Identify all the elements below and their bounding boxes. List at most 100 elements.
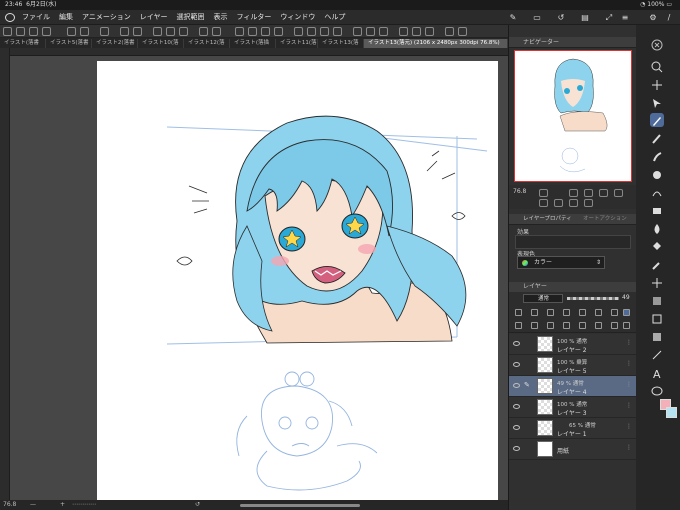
nav-rotate-right-icon[interactable]	[554, 199, 563, 207]
reset-view-icon[interactable]	[199, 27, 208, 36]
nav-actual-size-icon[interactable]	[599, 189, 608, 197]
menu-edit[interactable]: 編集	[59, 10, 73, 25]
undo-icon[interactable]	[67, 27, 76, 36]
blend-mode-select[interactable]: 通常	[523, 294, 563, 303]
lock-transparent-icon[interactable]	[579, 309, 586, 316]
lock-icon[interactable]	[563, 309, 570, 316]
zoom-in-icon[interactable]	[120, 27, 129, 36]
zoom-slider[interactable]: ⋯⋯⋯⋯	[72, 500, 96, 510]
snap-icon[interactable]	[320, 27, 329, 36]
new-raster-layer-icon[interactable]	[515, 322, 522, 329]
animation-icon[interactable]	[412, 27, 421, 36]
decoration-tool-icon[interactable]	[650, 185, 664, 199]
gradient-tool-icon[interactable]	[650, 293, 664, 307]
timelapse-icon[interactable]	[399, 27, 408, 36]
quick-access-icon[interactable]: ≡	[620, 13, 630, 22]
opacity-slider[interactable]	[567, 297, 619, 300]
eye-icon[interactable]	[513, 341, 520, 346]
new-vector-layer-icon[interactable]	[531, 322, 538, 329]
pen-pressure-icon[interactable]: ✎	[508, 13, 518, 22]
layer-row[interactable]: 65 % 通常 レイヤー 1 ⋮	[509, 418, 637, 439]
eye-icon[interactable]	[513, 446, 520, 451]
layer-menu-icon[interactable]	[623, 322, 630, 329]
doc-tab[interactable]: イラスト13(落	[318, 39, 364, 48]
zoom-in-small-icon[interactable]: +	[60, 500, 65, 510]
rotate-icon[interactable]	[166, 27, 175, 36]
horizontal-scrollbar[interactable]	[240, 504, 360, 507]
effect-buttons[interactable]	[515, 235, 631, 249]
canvas-workspace[interactable]	[10, 56, 508, 500]
reference-icon[interactable]	[531, 309, 538, 316]
blend-tool-icon[interactable]	[650, 221, 664, 235]
deselect-icon[interactable]	[248, 27, 257, 36]
draft-icon[interactable]	[547, 309, 554, 316]
settings-icon[interactable]: ⚙	[648, 13, 658, 22]
nav-zoom-in-icon[interactable]	[569, 189, 578, 197]
nav-rotate-reset-icon[interactable]	[569, 199, 578, 207]
nav-flip-icon[interactable]	[614, 189, 623, 197]
delete-layer-icon[interactable]	[611, 322, 618, 329]
menu-window[interactable]: ウィンドウ	[280, 10, 315, 25]
layer-color-icon[interactable]	[623, 309, 630, 316]
more-icon[interactable]: ⋮	[626, 423, 632, 430]
doc-tab[interactable]: イラスト11(落	[276, 39, 318, 48]
color-swatches[interactable]	[659, 399, 679, 427]
nav-zoom-out-icon[interactable]	[539, 189, 548, 197]
fit-icon[interactable]	[212, 27, 221, 36]
open-folder-icon[interactable]	[16, 27, 25, 36]
navigator-preview[interactable]	[514, 50, 632, 182]
ruler-range-icon[interactable]	[611, 309, 618, 316]
layout-icon[interactable]: ▤	[580, 13, 590, 22]
close-icon[interactable]	[650, 37, 664, 51]
eye-icon[interactable]	[513, 383, 520, 388]
figure-tool-icon[interactable]	[650, 311, 664, 325]
menu-view[interactable]: 表示	[214, 10, 228, 25]
help-icon[interactable]	[458, 27, 467, 36]
doc-tab-active[interactable]: イラスト13(落元) (2106 x 2480px 300dpi 76.8%)	[364, 39, 508, 48]
sub-color-swatch[interactable]	[666, 407, 677, 418]
brush-tool-icon[interactable]	[650, 149, 664, 163]
grid-icon[interactable]	[333, 27, 342, 36]
perspective-icon[interactable]	[353, 27, 362, 36]
share-icon[interactable]	[445, 27, 454, 36]
eyedropper-tool-icon[interactable]	[650, 257, 664, 271]
doc-tab[interactable]: イラスト(落描	[230, 39, 276, 48]
operation-tool-icon[interactable]	[650, 95, 664, 109]
symmetry-icon[interactable]	[366, 27, 375, 36]
3d-icon[interactable]	[425, 27, 434, 36]
zoom-out-small-icon[interactable]: —	[30, 500, 36, 510]
save-icon[interactable]	[29, 27, 38, 36]
nav-mirror-icon[interactable]	[584, 199, 593, 207]
doc-tab[interactable]: イラスト(落書	[0, 39, 46, 48]
eye-icon[interactable]	[513, 425, 520, 430]
balloon-tool-icon[interactable]	[650, 383, 664, 397]
zoom-tool-icon[interactable]	[650, 59, 664, 73]
more-icon[interactable]: ⋮	[626, 444, 632, 451]
more-icon[interactable]: ⋮	[626, 402, 632, 409]
eye-icon[interactable]	[513, 362, 520, 367]
vector-icon[interactable]	[379, 27, 388, 36]
flip-icon[interactable]	[179, 27, 188, 36]
layer-row[interactable]: 100 % 通常 レイヤー 3 ⋮	[509, 397, 637, 418]
export-icon[interactable]	[42, 27, 51, 36]
canvas-paper[interactable]	[97, 61, 498, 500]
menu-layer[interactable]: レイヤー	[140, 10, 168, 25]
layer-row[interactable]: 100 % 通常 レイヤー 2 ⋮	[509, 334, 637, 355]
invert-selection-icon[interactable]	[261, 27, 270, 36]
new-file-icon[interactable]	[3, 27, 12, 36]
doc-tab[interactable]: イラスト10(落	[138, 39, 184, 48]
navigator-zoom-value[interactable]: 76.8	[513, 188, 526, 195]
mask-icon[interactable]	[595, 309, 602, 316]
menu-filter[interactable]: フィルター	[237, 10, 272, 25]
mask-add-icon[interactable]	[579, 322, 586, 329]
layer-row-selected[interactable]: ✎ 49 % 通常 レイヤー 4 ⋮	[509, 376, 637, 397]
pencil-tool-icon[interactable]	[650, 131, 664, 145]
fill-tool-icon[interactable]	[650, 239, 664, 253]
merge-down-icon[interactable]	[563, 322, 570, 329]
ruler-icon[interactable]	[307, 27, 316, 36]
rotate-left-icon[interactable]: ↺	[195, 500, 200, 510]
doc-tab[interactable]: イラスト2(落書	[92, 39, 138, 48]
menu-animation[interactable]: アニメーション	[82, 10, 131, 25]
layer-row[interactable]: 100 % 乗算 レイヤー 5 ⋮	[509, 355, 637, 376]
more-icon[interactable]: ⋮	[626, 360, 632, 367]
